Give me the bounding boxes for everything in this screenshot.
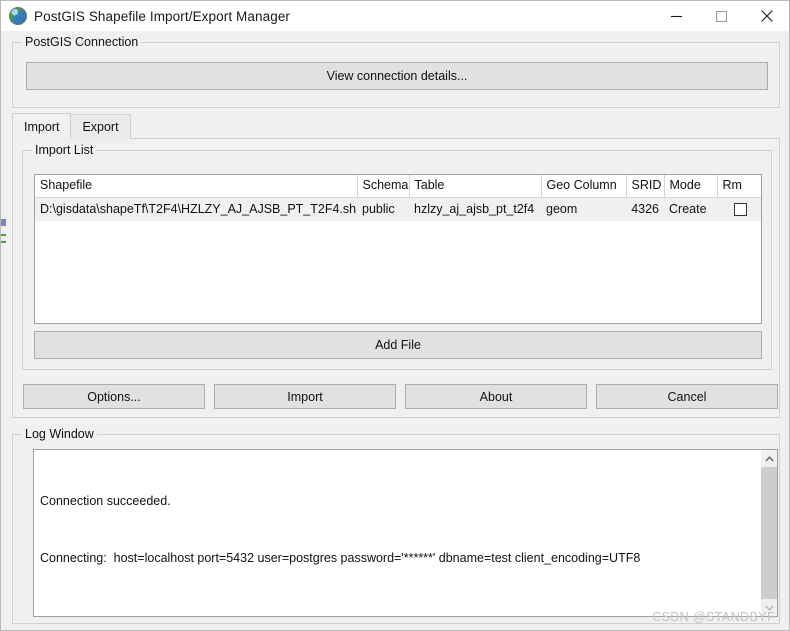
- tab-export[interactable]: Export: [70, 114, 131, 139]
- cell-table[interactable]: hzlzy_aj_ajsb_pt_t2f4: [409, 197, 541, 221]
- scroll-thumb[interactable]: [761, 467, 777, 599]
- cell-rm: [717, 197, 761, 221]
- options-button[interactable]: Options...: [23, 384, 205, 409]
- about-button[interactable]: About: [405, 384, 587, 409]
- view-connection-details-button[interactable]: View connection details...: [26, 62, 768, 90]
- tab-seam-cover: [13, 138, 69, 140]
- cell-schema[interactable]: public: [357, 197, 409, 221]
- cell-mode[interactable]: Create: [664, 197, 717, 221]
- log-text: Connection succeeded. Connecting: host=l…: [34, 450, 760, 616]
- minimize-button[interactable]: [654, 1, 699, 31]
- column-header-geo-column[interactable]: Geo Column: [541, 175, 627, 198]
- tab-import[interactable]: Import: [12, 113, 72, 139]
- scroll-up-button[interactable]: [761, 450, 777, 467]
- add-file-button[interactable]: Add File: [34, 331, 762, 359]
- close-button[interactable]: [744, 1, 789, 31]
- postgis-connection-title: PostGIS Connection: [22, 35, 142, 49]
- log-line: Connecting: host=localhost port=5432 use…: [40, 551, 641, 565]
- cell-srid[interactable]: 4326: [626, 197, 664, 221]
- maximize-button[interactable]: [699, 1, 744, 31]
- edge-artifact: [1, 219, 6, 226]
- column-header-schema[interactable]: Schema: [357, 175, 410, 198]
- column-header-table[interactable]: Table: [409, 175, 542, 198]
- log-output[interactable]: Connection succeeded. Connecting: host=l…: [33, 449, 778, 617]
- maximize-icon: [716, 10, 727, 22]
- tab-import-label: Import: [24, 119, 60, 134]
- window-controls: [654, 1, 789, 31]
- log-window-title: Log Window: [22, 427, 97, 441]
- edge-artifact: [1, 234, 6, 236]
- cancel-button[interactable]: Cancel: [596, 384, 778, 409]
- import-label: Import: [287, 389, 323, 404]
- log-scrollbar[interactable]: [760, 450, 777, 616]
- edge-artifact: [1, 241, 6, 243]
- minimize-icon: [671, 15, 682, 17]
- import-button[interactable]: Import: [214, 384, 396, 409]
- postgis-connection-group: PostGIS Connection View connection detai…: [12, 35, 780, 108]
- globe-icon: [9, 7, 27, 25]
- title-bar: PostGIS Shapefile Import/Export Manager: [1, 1, 789, 31]
- watermark: CSDN @STANDBYF: [652, 610, 775, 624]
- table-header-row: Shapefile Schema Table Geo Column SRID M…: [35, 175, 761, 198]
- add-file-label: Add File: [375, 338, 421, 352]
- column-header-srid[interactable]: SRID: [626, 175, 665, 198]
- chevron-up-icon: [764, 455, 774, 461]
- column-header-mode[interactable]: Mode: [664, 175, 718, 198]
- cell-geo-column[interactable]: geom: [541, 197, 626, 221]
- log-line: Connection succeeded.: [40, 494, 171, 508]
- tab-strip: Import Export: [12, 113, 131, 139]
- import-list-table[interactable]: Shapefile Schema Table Geo Column SRID M…: [34, 174, 762, 324]
- table-row[interactable]: D:\gisdata\shapeTf\T2F4\HZLZY_AJ_AJSB_PT…: [35, 197, 761, 221]
- rm-checkbox[interactable]: [733, 202, 747, 216]
- about-label: About: [479, 389, 513, 404]
- import-list-title: Import List: [32, 143, 97, 157]
- view-connection-details-label: View connection details...: [326, 69, 468, 83]
- log-window-group: Log Window Connection succeeded. Connect…: [12, 427, 780, 624]
- main-window: PostGIS Shapefile Import/Export Manager: [0, 0, 790, 631]
- tab-export-label: Export: [82, 120, 119, 134]
- column-header-rm[interactable]: Rm: [717, 175, 761, 198]
- options-label: Options...: [87, 389, 141, 404]
- close-icon: [760, 10, 773, 22]
- window-title: PostGIS Shapefile Import/Export Manager: [34, 8, 291, 24]
- column-header-shapefile[interactable]: Shapefile: [35, 175, 358, 198]
- cancel-label: Cancel: [667, 389, 707, 404]
- cell-shapefile[interactable]: D:\gisdata\shapeTf\T2F4\HZLZY_AJ_AJSB_PT…: [35, 197, 357, 221]
- import-tab-panel: Import List Shapefile Schema Table Geo C…: [12, 138, 780, 418]
- import-list-group: Import List Shapefile Schema Table Geo C…: [22, 143, 772, 370]
